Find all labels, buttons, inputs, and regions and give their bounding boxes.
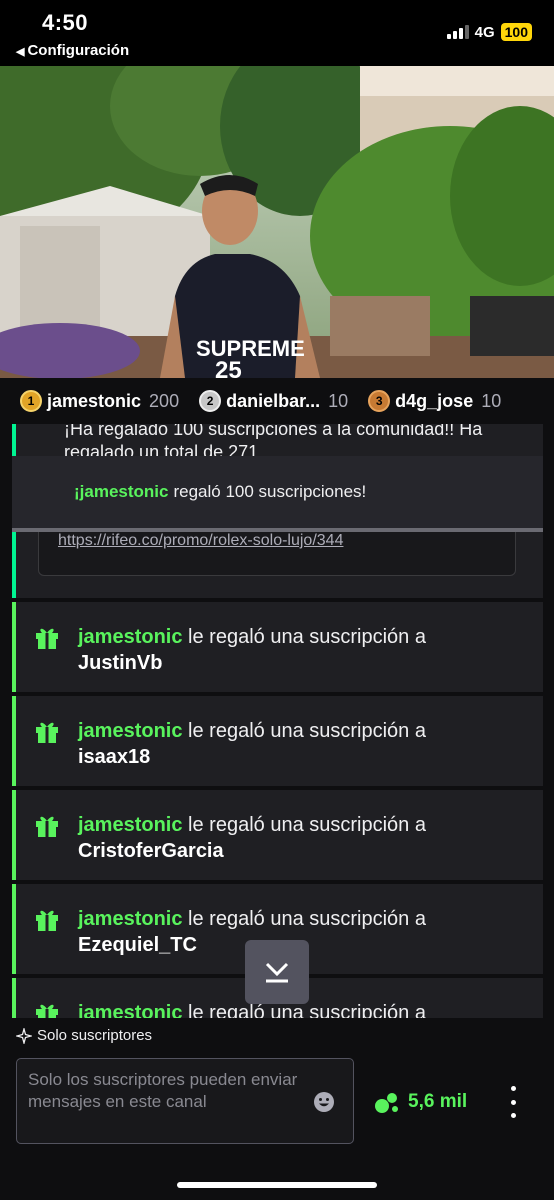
chat-message-field[interactable] bbox=[28, 1069, 304, 1139]
subscribers-only-indicator: Solo suscriptores bbox=[16, 1027, 152, 1044]
gift-action-text: le regaló una suscripción a bbox=[188, 814, 426, 836]
toast-username[interactable]: ¡jamestonic bbox=[74, 482, 168, 502]
gift-icon bbox=[36, 1004, 58, 1018]
promo-link[interactable]: https://rifeo.co/promo/rolex-solo-lujo/3… bbox=[58, 532, 343, 550]
status-indicators: 4G 100 bbox=[446, 23, 532, 41]
back-link-label: Configuración bbox=[27, 42, 130, 59]
gift-message: jamestonic le regaló una suscripción a J… bbox=[12, 602, 543, 692]
svg-text:SUPREME: SUPREME bbox=[196, 336, 305, 361]
video-player[interactable]: SUPREME 25 bbox=[0, 66, 554, 378]
dot bbox=[510, 1086, 516, 1091]
gold-medal-icon: 1 bbox=[20, 390, 42, 412]
leaderboard-item[interactable]: 2 danielbar... 10 bbox=[199, 390, 348, 412]
leaderboard-count: 10 bbox=[481, 390, 502, 411]
sparkle-icon bbox=[16, 1027, 32, 1044]
more-options-button[interactable] bbox=[506, 1086, 520, 1118]
emoji-icon[interactable] bbox=[313, 1091, 335, 1113]
points-count: 5,6 mil bbox=[408, 1091, 468, 1112]
silver-medal-icon: 2 bbox=[199, 390, 222, 412]
gift-message-text: jamestonic le regaló una suscripción a C… bbox=[78, 812, 518, 864]
gift-message-text: jamestonic le regaló una suscripción a i… bbox=[78, 718, 518, 770]
cellular-signal-icon bbox=[446, 25, 469, 39]
back-arrow-icon: ◀ bbox=[16, 46, 25, 58]
chat-input-area: Solo suscriptores 5,6 mil bbox=[0, 1018, 554, 1200]
leaderboard-count: 200 bbox=[149, 390, 180, 411]
status-bar: 4:50 ◀ Configuración 4G 100 bbox=[0, 0, 554, 66]
gift-giver[interactable]: jamestonic bbox=[78, 1002, 182, 1018]
chat-input[interactable] bbox=[16, 1058, 354, 1144]
gift-giver[interactable]: jamestonic bbox=[78, 908, 182, 930]
gift-giver[interactable]: jamestonic bbox=[78, 814, 182, 836]
svg-text:25: 25 bbox=[215, 357, 242, 378]
gift-message-text: jamestonic le regaló una suscripción a J… bbox=[78, 624, 518, 676]
gift-icon bbox=[36, 722, 58, 743]
leaderboard-username: d4g_jose bbox=[395, 390, 474, 411]
scroll-to-bottom-button[interactable] bbox=[245, 940, 309, 1004]
dot bbox=[510, 1113, 516, 1118]
gift-recipient[interactable]: CristoferGarcia bbox=[78, 838, 518, 864]
gift-action-text: le regaló una suscripción a bbox=[188, 1002, 426, 1018]
gift-action-text: le regaló una suscripción a bbox=[188, 908, 426, 930]
leaderboard-username: jamestonic bbox=[47, 390, 142, 411]
subscribers-only-label: Solo suscriptores bbox=[37, 1027, 153, 1044]
stream-video-frame: SUPREME 25 bbox=[0, 66, 554, 378]
toast-text: regaló 100 suscripciones! bbox=[173, 482, 367, 501]
gift-recipient[interactable]: JustinVb bbox=[78, 650, 518, 676]
community-points-icon bbox=[375, 1093, 398, 1113]
gift-leaderboard: 1 jamestonic 200 2 danielbar... 10 3 d4g… bbox=[0, 378, 554, 424]
leaderboard-item[interactable]: 3 d4g_jose 10 bbox=[368, 390, 501, 412]
gift-icon bbox=[36, 628, 58, 649]
gift-message: jamestonic le regaló una suscripción a i… bbox=[12, 696, 543, 786]
leaderboard-count: 10 bbox=[328, 390, 349, 411]
channel-points-button[interactable]: 5,6 mil bbox=[374, 1090, 467, 1114]
clock: 4:50 bbox=[42, 10, 89, 35]
leaderboard-item[interactable]: 1 jamestonic 200 bbox=[20, 390, 179, 412]
gift-icon bbox=[36, 816, 58, 837]
gift-giver[interactable]: jamestonic bbox=[78, 720, 182, 742]
home-indicator bbox=[177, 1182, 377, 1188]
chat-feed[interactable]: ¡Ha regalado 100 suscripciones a la comu… bbox=[0, 424, 554, 1018]
gift-message: jamestonic le regaló una suscripción a C… bbox=[12, 790, 543, 880]
chevron-down-to-line-icon bbox=[265, 962, 289, 983]
bronze-medal-icon: 3 bbox=[368, 390, 391, 412]
gift-recipient[interactable]: isaax18 bbox=[78, 744, 518, 770]
gift-action-text: le regaló una suscripción a bbox=[188, 626, 426, 648]
battery-icon: 100 bbox=[500, 23, 532, 41]
network-type: 4G bbox=[474, 23, 495, 41]
leaderboard-username: danielbar... bbox=[226, 390, 321, 411]
gift-toast-banner: ¡jamestonic regaló 100 suscripciones! bbox=[12, 456, 543, 532]
back-to-settings-link[interactable]: ◀ Configuración bbox=[16, 42, 129, 59]
gift-icon bbox=[36, 910, 58, 931]
gift-giver[interactable]: jamestonic bbox=[78, 626, 182, 648]
gift-action-text: le regaló una suscripción a bbox=[188, 720, 426, 742]
dot bbox=[510, 1099, 516, 1105]
